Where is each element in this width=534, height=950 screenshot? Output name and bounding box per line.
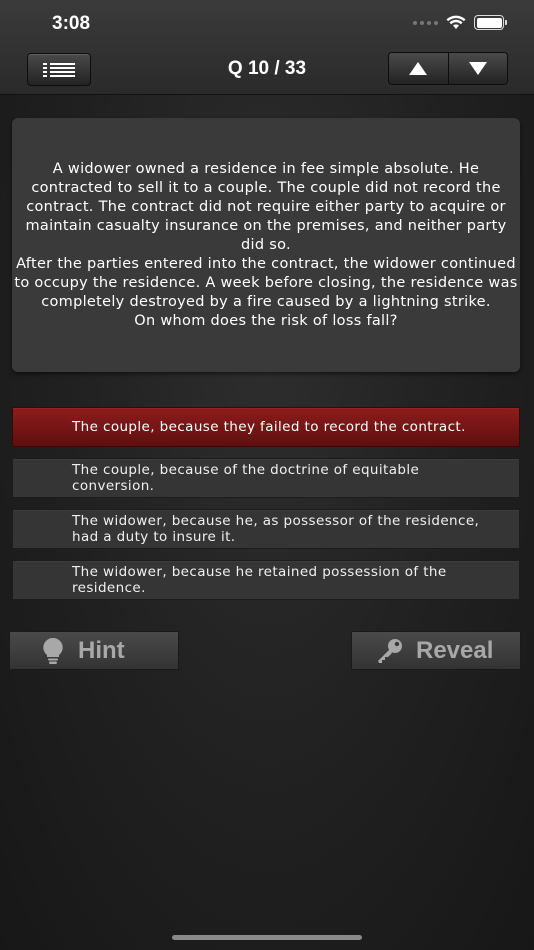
previous-question-button[interactable] [389,53,448,84]
home-indicator[interactable] [172,935,362,940]
hint-label: Hint [78,636,125,664]
reveal-button[interactable]: Reveal [351,631,521,670]
answer-option-4[interactable]: The widower, because he retained possess… [12,560,520,600]
top-bar: 3:08 Q 10 / 33 [0,0,534,95]
answer-label: The widower, because he, as possessor of… [72,513,480,545]
question-card: A widower owned a residence in fee simpl… [12,118,520,372]
arrow-up-icon [409,62,428,75]
status-icons [413,15,507,30]
question-text: A widower owned a residence in fee simpl… [14,160,518,329]
wifi-icon [446,15,466,29]
answer-label: The widower, because he retained possess… [72,564,447,596]
hint-button[interactable]: Hint [9,631,179,670]
battery-icon [474,15,507,30]
next-question-button[interactable] [447,53,507,84]
arrow-down-icon [468,62,487,75]
cellular-signal-icon [413,20,438,25]
question-nav [388,52,508,85]
lightbulb-icon [43,637,63,664]
answer-option-2[interactable]: The couple, because of the doctrine of e… [12,458,520,498]
answer-option-3[interactable]: The widower, because he, as possessor of… [12,509,520,549]
answer-label: The couple, because of the doctrine of e… [72,462,420,494]
reveal-label: Reveal [416,636,494,664]
status-time: 3:08 [52,13,91,34]
key-icon [378,638,402,663]
answer-label: The couple, because they failed to recor… [72,419,466,435]
answer-option-1[interactable]: The couple, because they failed to recor… [12,407,520,447]
